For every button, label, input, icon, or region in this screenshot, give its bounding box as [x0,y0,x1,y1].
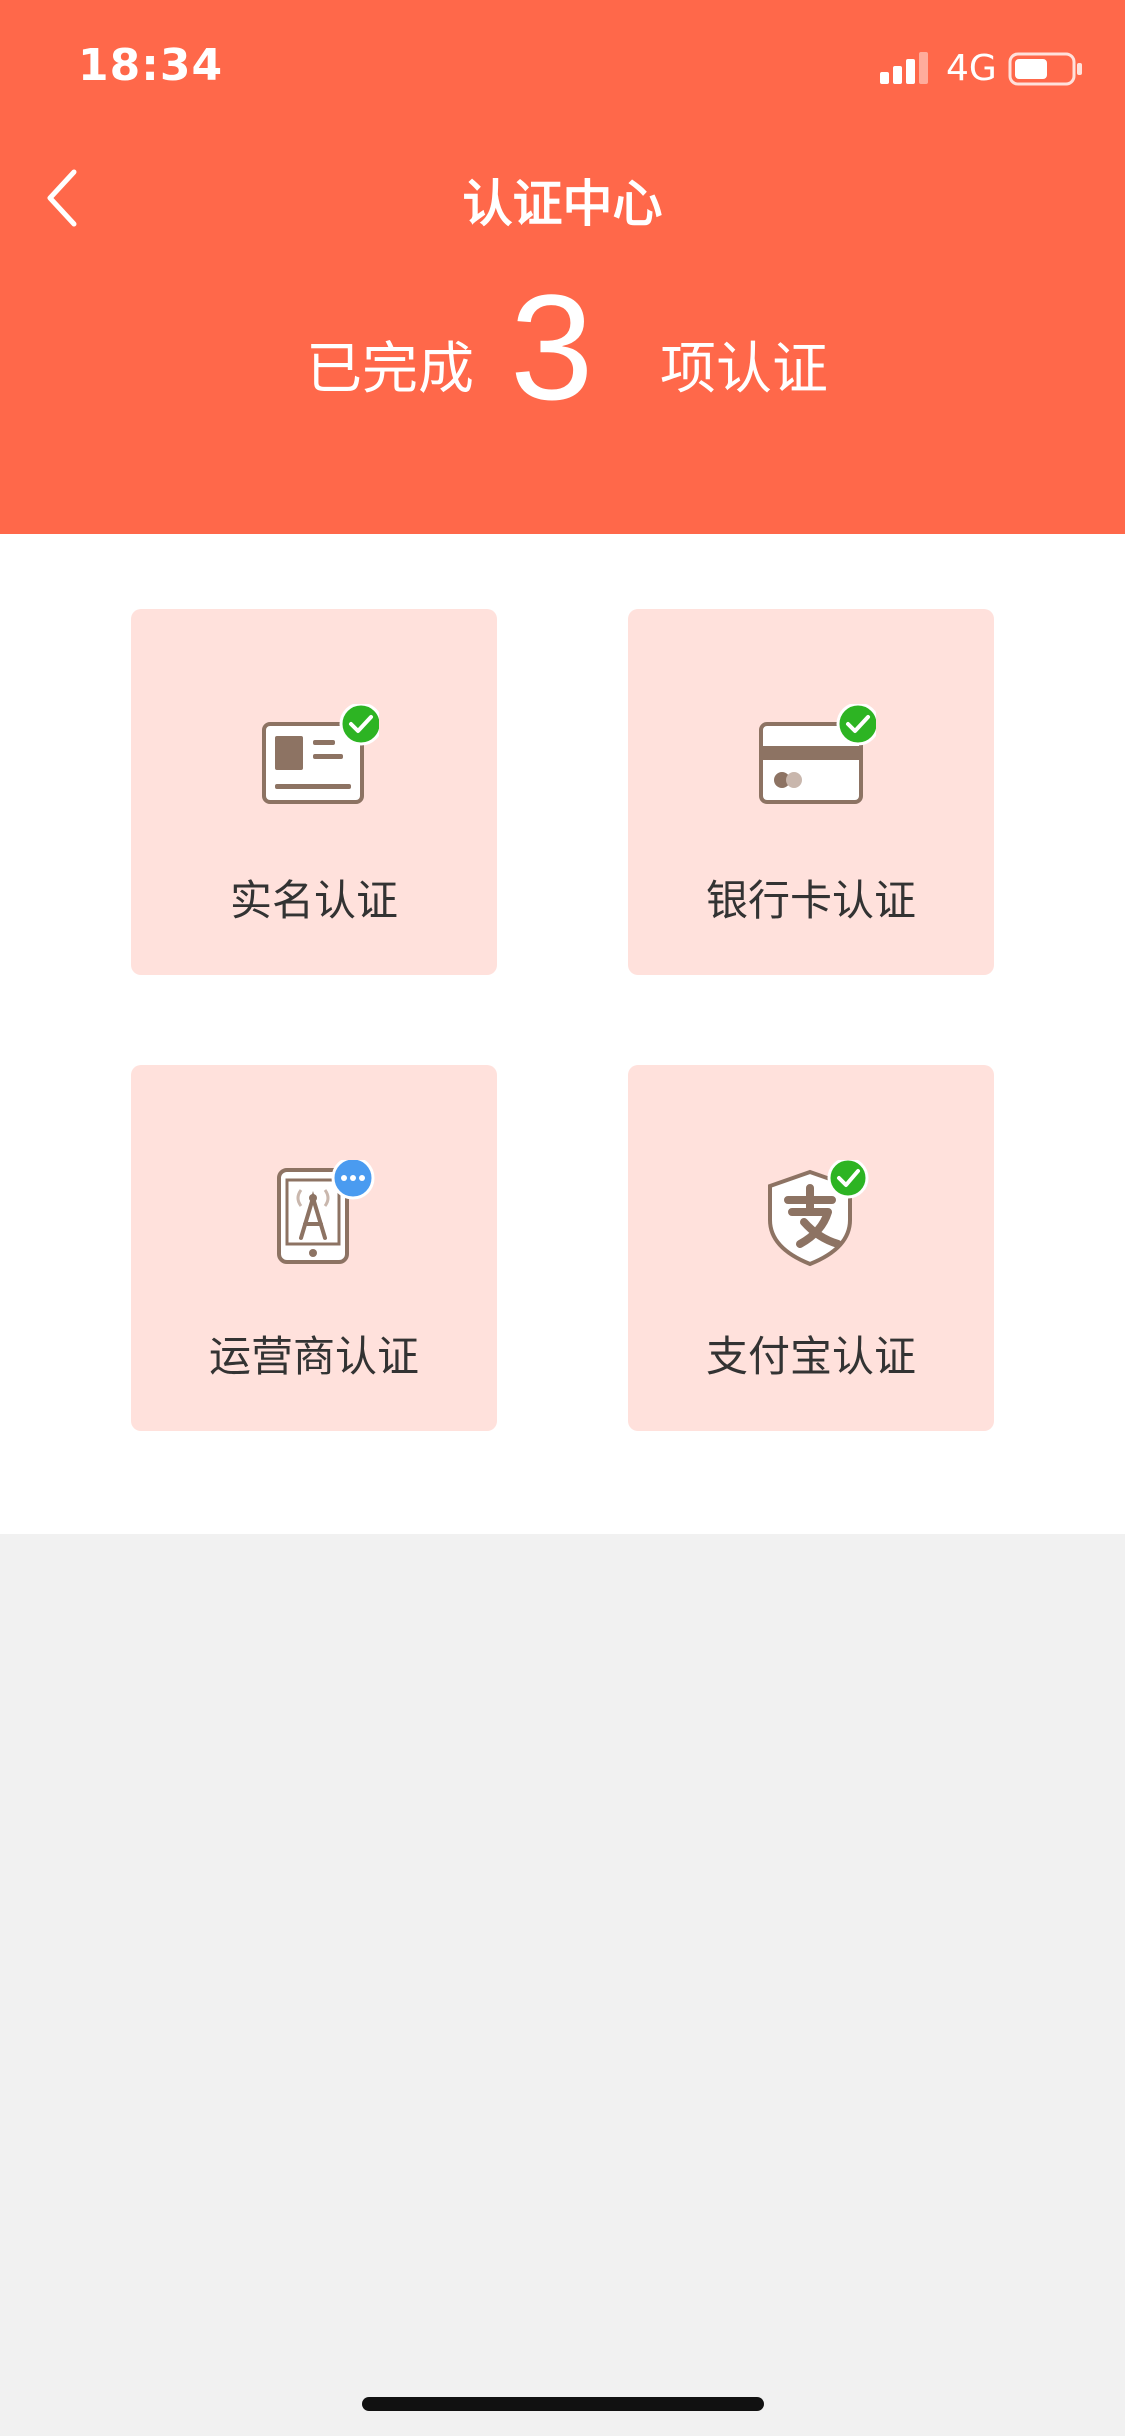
page-title: 认证中心 [462,175,663,233]
pending-dots-icon [331,1160,375,1200]
mobile-carrier-icon [131,1160,497,1270]
id-card-icon [131,704,497,814]
completed-count: 3 [510,263,594,431]
verification-panel: 实名认证 银行卡认证 运营商认证 支付宝认证 [0,534,1125,1534]
summary-prefix: 已完成 [306,337,474,402]
verified-check-icon [827,1160,869,1199]
signal-icon [880,52,932,88]
summary-suffix: 项认证 [660,337,828,402]
home-indicator[interactable] [362,2397,764,2411]
status-time: 18:34 [78,40,224,91]
card-label: 支付宝认证 [705,1332,916,1381]
card-real-name-verification[interactable]: 实名认证 [131,609,497,975]
status-bar: 18:34 4G [0,0,1125,135]
card-alipay-verification[interactable]: 支付宝认证 [628,1065,994,1431]
card-bank-card-verification[interactable]: 银行卡认证 [628,609,994,975]
alipay-icon [628,1160,994,1270]
card-label: 银行卡认证 [705,876,916,925]
verified-check-icon [836,704,876,746]
verified-check-icon [339,704,379,746]
bank-card-icon [628,704,994,814]
card-label: 实名认证 [229,876,398,925]
card-carrier-verification[interactable]: 运营商认证 [131,1065,497,1431]
header: 18:34 4G 认证中心 已完成 3 项认证 [0,0,1125,534]
card-label: 运营商认证 [208,1332,419,1381]
battery-icon [1008,52,1084,90]
completion-summary: 已完成 3 项认证 [0,272,1125,440]
network-type-label: 4G [946,48,997,89]
